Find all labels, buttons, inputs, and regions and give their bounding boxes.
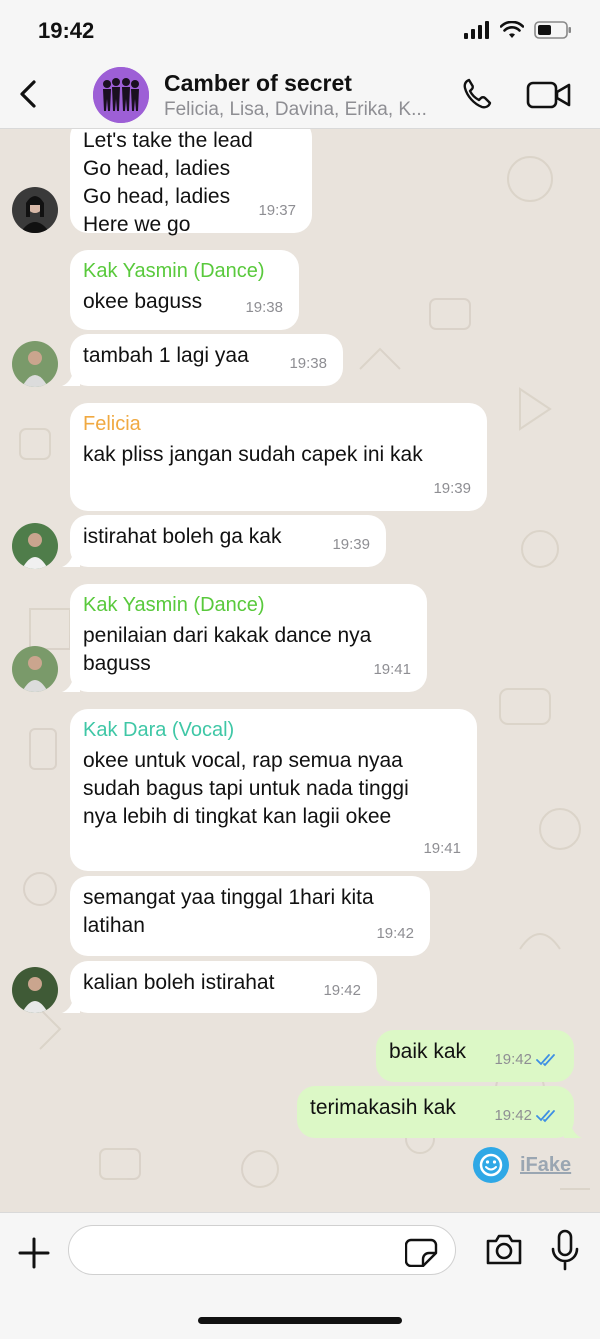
message-time: 19:41 [423,840,461,857]
message-bubble-incoming[interactable]: kalian boleh istirahat 19:42 [62,961,377,1013]
chat-members[interactable]: Felicia, Lisa, Davina, Erika, K... [164,99,427,121]
video-camera-icon[interactable] [526,78,572,112]
message-time: 19:37 [258,202,296,219]
group-avatar[interactable] [93,67,149,123]
phone-icon[interactable] [460,76,500,112]
message-time-label: 19:42 [494,1051,532,1068]
plus-icon[interactable] [14,1233,54,1273]
bubble-tail [62,368,80,386]
home-indicator[interactable] [198,1317,402,1324]
bubble-tail [62,549,80,567]
ifake-label: iFake [520,1153,572,1176]
microphone-icon[interactable] [548,1229,582,1271]
battery-icon [534,21,571,39]
status-bar: 19:42 [0,0,600,62]
bubble-tail [62,995,80,1013]
status-time: 19:42 [38,18,95,43]
message-time: 19:42 [494,1046,558,1074]
avatar[interactable] [12,523,58,569]
message-time: 19:42 [494,1102,558,1130]
message-bubble-incoming[interactable]: Felicia kak pliss jangan sudah capek ini… [70,403,487,511]
wifi-icon [500,21,524,38]
message-time: 19:39 [332,536,370,553]
chat-title[interactable]: Camber of secret [164,70,352,97]
chat-area[interactable]: Let's take the lead Go head, ladies Go h… [0,129,600,1212]
sticker-icon[interactable] [405,1237,439,1267]
ifake-logo-icon [473,1147,509,1183]
sender-name[interactable]: Kak Dara (Vocal) [83,717,464,743]
bubble-tail [62,674,80,692]
read-ticks-icon [536,1054,555,1067]
avatar[interactable] [12,646,58,692]
chat-header: Camber of secret Felicia, Lisa, Davina, … [0,62,600,129]
ifake-watermark: iFake [472,1146,571,1184]
sender-name[interactable]: Kak Yasmin (Dance) [83,258,286,284]
message-time: 19:38 [289,355,327,372]
avatar[interactable] [12,187,58,233]
avatar[interactable] [12,341,58,387]
message-text: penilaian dari kakak dance nya baguss [83,624,372,675]
message-bubble-incoming[interactable]: Kak Yasmin (Dance) penilaian dari kakak … [62,584,427,692]
message-bubble-incoming[interactable]: Kak Dara (Vocal) okee untuk vocal, rap s… [70,709,477,871]
message-bubble-incoming[interactable]: semangat yaa tinggal 1hari kita latihan … [70,876,430,956]
message-text: semangat yaa tinggal 1hari kita latihan [83,886,374,937]
message-time-label: 19:42 [494,1107,532,1124]
back-chevron-icon[interactable] [12,76,48,112]
bubble-tail [564,1120,582,1138]
message-text: okee untuk vocal, rap semua nyaa sudah b… [83,749,409,828]
message-bubble-incoming[interactable]: Let's take the lead Go head, ladies Go h… [70,129,312,236]
sender-name[interactable]: Felicia [83,411,474,437]
message-bubble-incoming[interactable]: istirahat boleh ga kak 19:39 [62,515,386,567]
message-text: kak pliss jangan sudah capek ini kak [83,443,423,466]
message-time: 19:42 [376,925,414,942]
camera-icon[interactable] [484,1231,524,1267]
signal-icon [464,21,489,39]
sender-name[interactable]: Kak Yasmin (Dance) [83,592,414,618]
message-time: 19:39 [433,480,471,497]
message-input[interactable] [68,1225,456,1275]
message-text: istirahat boleh ga kak [83,525,282,548]
message-time: 19:42 [323,982,361,999]
read-ticks-icon [536,1110,555,1123]
message-time: 19:38 [245,299,283,316]
message-bubble-outgoing[interactable]: baik kak 19:42 [376,1030,574,1082]
message-time: 19:41 [373,661,411,678]
message-bubble-incoming[interactable]: tambah 1 lagi yaa 19:38 [62,334,343,386]
message-text: kalian boleh istirahat [83,971,275,994]
message-bubble-incoming[interactable]: Kak Yasmin (Dance) okee baguss 19:38 [70,250,299,330]
message-bubble-outgoing[interactable]: terimakasih kak 19:42 [297,1086,582,1138]
status-icons [464,20,572,40]
avatar[interactable] [12,967,58,1013]
input-bar [0,1212,600,1339]
